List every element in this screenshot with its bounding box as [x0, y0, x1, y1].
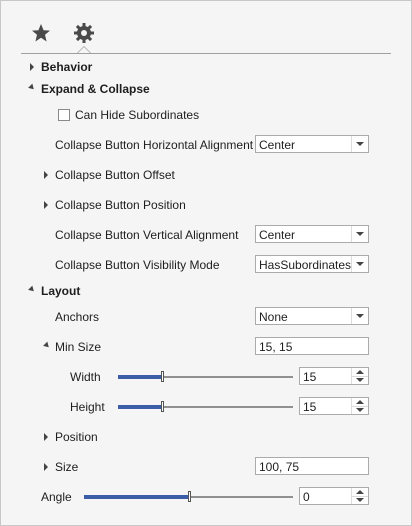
width-value: 15	[303, 370, 317, 384]
position-label[interactable]: Position	[55, 430, 98, 444]
properties-panel: Behavior Expand & Collapse Can Hide Subo…	[0, 0, 412, 526]
min-size-value: 15, 15	[259, 340, 293, 354]
min-size-label[interactable]: Min Size	[55, 340, 101, 354]
angle-slider-fill	[84, 495, 189, 499]
active-tab-indicator	[77, 46, 91, 53]
height-value: 15	[303, 400, 317, 414]
angle-label: Angle	[41, 490, 72, 504]
h-align-value: Center	[259, 138, 296, 152]
v-align-label: Collapse Button Vertical Alignment	[55, 228, 239, 242]
anchors-dropdown[interactable]: None	[255, 307, 369, 325]
collapse-arrow-icon[interactable]	[28, 83, 36, 92]
can-hide-subordinates-label: Can Hide Subordinates	[75, 108, 200, 122]
collapse-button-offset-label[interactable]: Collapse Button Offset	[55, 168, 175, 182]
section-expand-collapse[interactable]: Expand & Collapse	[41, 82, 150, 96]
height-slider-fill	[118, 405, 162, 409]
height-label: Height	[70, 400, 105, 414]
gear-icon[interactable]	[72, 21, 96, 45]
anchors-value: None	[259, 310, 288, 324]
angle-spinner[interactable]: 0	[299, 487, 369, 505]
collapse-arrow-icon[interactable]	[28, 285, 36, 294]
star-icon[interactable]	[29, 21, 53, 45]
v-align-value: Center	[259, 228, 296, 242]
size-label[interactable]: Size	[55, 460, 78, 474]
expand-arrow-icon[interactable]	[30, 63, 34, 71]
height-slider[interactable]	[118, 401, 293, 412]
can-hide-subordinates-checkbox[interactable]	[58, 109, 70, 121]
chevron-down-icon[interactable]	[351, 136, 368, 152]
collapse-button-position-label[interactable]: Collapse Button Position	[55, 198, 186, 212]
min-size-field[interactable]: 15, 15	[255, 337, 369, 355]
chevron-down-icon[interactable]	[351, 256, 368, 272]
spin-down-icon[interactable]	[351, 406, 368, 414]
width-spinner[interactable]: 15	[299, 367, 369, 385]
width-slider-fill	[118, 375, 162, 379]
anchors-label: Anchors	[55, 310, 100, 324]
width-slider[interactable]	[118, 371, 293, 382]
h-align-label: Collapse Button Horizontal Alignment	[55, 138, 254, 152]
visibility-mode-label: Collapse Button Visibility Mode	[55, 258, 220, 272]
section-layout[interactable]: Layout	[41, 284, 80, 298]
collapse-arrow-icon[interactable]	[43, 341, 51, 350]
chevron-down-icon[interactable]	[351, 226, 368, 242]
expand-arrow-icon[interactable]	[44, 433, 48, 441]
spin-down-icon[interactable]	[351, 376, 368, 384]
section-behavior[interactable]: Behavior	[41, 60, 92, 74]
expand-arrow-icon[interactable]	[44, 463, 48, 471]
size-value: 100, 75	[259, 460, 300, 474]
angle-slider[interactable]	[84, 491, 293, 502]
expand-arrow-icon[interactable]	[44, 171, 48, 179]
expand-arrow-icon[interactable]	[44, 201, 48, 209]
width-slider-thumb[interactable]	[161, 371, 164, 382]
width-label: Width	[70, 370, 101, 384]
tab-divider	[21, 53, 391, 54]
height-spinner[interactable]: 15	[299, 397, 369, 415]
angle-slider-thumb[interactable]	[188, 491, 191, 502]
visibility-mode-value: HasSubordinates	[259, 258, 352, 272]
v-align-dropdown[interactable]: Center	[255, 225, 369, 243]
size-field[interactable]: 100, 75	[255, 457, 369, 475]
angle-value: 0	[303, 490, 310, 504]
spin-down-icon[interactable]	[351, 496, 368, 504]
visibility-mode-dropdown[interactable]: HasSubordinates	[255, 255, 369, 273]
h-align-dropdown[interactable]: Center	[255, 135, 369, 153]
height-slider-thumb[interactable]	[161, 401, 164, 412]
chevron-down-icon[interactable]	[351, 308, 368, 324]
